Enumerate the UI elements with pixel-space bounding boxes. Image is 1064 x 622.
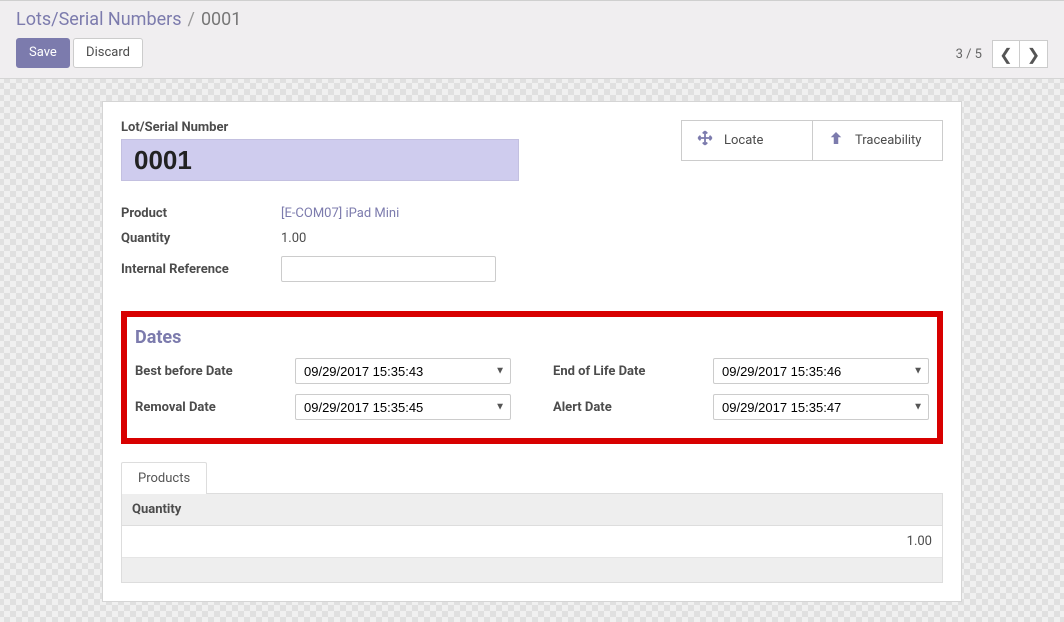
main-fields: Product [E-COM07] iPad Mini Quantity 1.0… [121,201,496,287]
internal-ref-input[interactable] [281,256,496,282]
internal-ref-label: Internal Reference [121,251,281,287]
locate-label: Locate [724,133,763,148]
removal-input[interactable] [295,394,511,420]
tab-content-products: Quantity 1.00 [121,494,943,583]
pager-next-button[interactable]: ❯ [1020,40,1048,68]
chevron-left-icon: ❮ [999,45,1012,64]
eol-input[interactable] [713,358,929,384]
alert-label: Alert Date [553,400,713,415]
breadcrumb-current: 0001 [201,9,241,30]
best-before-input[interactable] [295,358,511,384]
product-label: Product [121,201,281,226]
quantity-value: 1.00 [281,231,306,246]
quantity-label: Quantity [121,226,281,251]
locate-button[interactable]: Locate [682,121,812,160]
alert-input[interactable] [713,394,929,420]
pager-text: 3 / 5 [956,47,982,62]
move-icon [696,129,714,152]
tabs-area: Products Quantity 1.00 [121,462,943,583]
save-button[interactable]: Save [16,38,70,68]
breadcrumb-root[interactable]: Lots/Serial Numbers [16,9,182,30]
breadcrumb-sep: / [188,9,195,30]
pager-buttons: ❮ ❯ [992,40,1048,68]
cell-quantity: 1.00 [122,526,942,558]
traceability-label: Traceability [855,133,921,148]
product-link[interactable]: [E-COM07] iPad Mini [281,206,399,221]
col-quantity: Quantity [122,494,942,526]
discard-button[interactable]: Discard [73,38,143,68]
chevron-right-icon: ❯ [1027,45,1040,64]
pager-prev-button[interactable]: ❮ [992,40,1020,68]
lot-serial-input-wrap[interactable] [121,139,519,181]
lot-serial-input[interactable] [132,144,508,177]
control-panel: Lots/Serial Numbers / 0001 Save Discard … [0,0,1064,79]
removal-label: Removal Date [135,400,295,415]
best-before-label: Best before Date [135,364,295,379]
dates-section: Dates Best before Date ▼ End of Life Dat… [121,311,943,444]
breadcrumb: Lots/Serial Numbers / 0001 [16,9,241,30]
form-sheet: Lot/Serial Number Locate Traceability [102,101,962,602]
tab-products[interactable]: Products [121,462,207,494]
eol-label: End of Life Date [553,364,713,379]
table-footer [122,558,942,582]
stat-buttons: Locate Traceability [681,120,943,161]
table-row[interactable]: 1.00 [122,526,942,558]
tab-strip: Products [121,462,943,494]
products-table: Quantity 1.00 [122,494,942,582]
traceability-button[interactable]: Traceability [812,121,942,160]
dates-heading: Dates [135,327,929,348]
lot-serial-label: Lot/Serial Number [121,120,681,135]
arrow-up-icon [827,129,845,152]
